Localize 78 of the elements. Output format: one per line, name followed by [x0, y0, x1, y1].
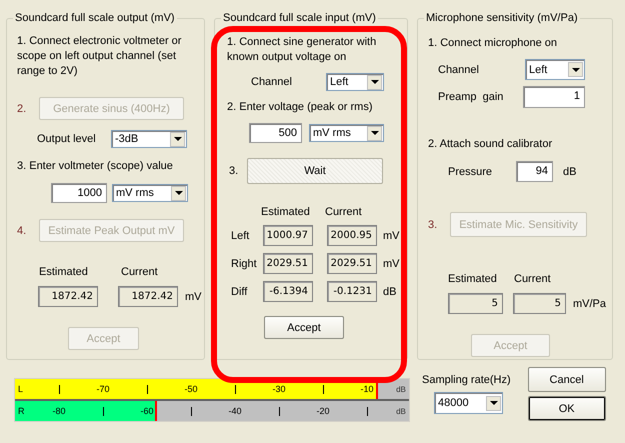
scale-label: -40	[228, 406, 242, 416]
unit-dropdown[interactable]: mV rms	[309, 124, 384, 142]
column-header: Estimated	[39, 266, 89, 278]
step-number: 4.	[16, 224, 28, 236]
unit-label: dB	[396, 384, 406, 394]
row-label: Right	[231, 258, 258, 270]
unit-label: dB	[383, 286, 396, 298]
readout-value: 2029.51	[327, 253, 377, 274]
pressure-field[interactable]: 94	[516, 161, 553, 182]
voltage-field[interactable]: 500	[249, 123, 302, 143]
readout-value: 2000.95	[327, 225, 377, 246]
sampling-rate-dropdown[interactable]: 48000	[434, 392, 503, 414]
channel-dropdown[interactable]: Left	[525, 59, 585, 80]
scale-label: -80	[52, 406, 66, 416]
unit-dropdown[interactable]: mV rms	[112, 184, 188, 202]
channel-dropdown[interactable]: Left	[326, 73, 384, 91]
readout-value: 1872.42	[118, 286, 178, 307]
unit-label: mV	[383, 258, 400, 270]
group-title: Soundcard full scale input (mV)	[221, 11, 378, 26]
unit-label: mV	[383, 230, 400, 242]
field-label: Preamp gain	[438, 91, 504, 103]
scale-label: -30	[272, 384, 286, 394]
accept-button[interactable]: Accept	[264, 316, 344, 339]
step-number: 2.	[16, 102, 28, 114]
cancel-button[interactable]: Cancel	[528, 367, 606, 392]
field-label: Channel	[251, 76, 293, 88]
column-header: Estimated	[261, 206, 311, 218]
step-number: 3.	[229, 165, 240, 177]
unit-label: dB	[563, 166, 576, 178]
readout-value: -0.1231	[327, 281, 377, 302]
column-header: Estimated	[448, 273, 498, 285]
instruction-text: 3. Enter voltmeter (scope) value	[17, 159, 174, 174]
output-level-dropdown[interactable]: -3dB	[111, 130, 187, 148]
scale-tick	[278, 406, 280, 416]
column-header: Current	[325, 206, 362, 218]
instruction-text: 2. Attach sound calibrator	[428, 137, 554, 152]
scale-tick	[58, 384, 60, 394]
column-header: Current	[514, 273, 551, 285]
field-label: Channel	[438, 64, 480, 76]
instruction-text: 1. Connect sine generator with known output voltage on	[227, 35, 378, 65]
field-label: Output level	[37, 133, 97, 145]
readout-value: 1000.97	[263, 225, 313, 246]
field-label: Sampling rate(Hz)	[422, 374, 511, 386]
group-title: Soundcard full scale output (mV)	[13, 11, 177, 26]
row-label: Left	[231, 230, 250, 242]
step-number: 3.	[427, 218, 438, 230]
readout-value: 1872.42	[38, 286, 98, 307]
voltage-field[interactable]: 1000	[51, 183, 107, 203]
unit-label: mV	[185, 290, 202, 302]
ok-button[interactable]: OK	[528, 396, 606, 421]
readout-value: 2029.51	[263, 253, 313, 274]
instruction-text: 2. Enter voltage (peak or rms)	[227, 100, 374, 115]
scale-tick	[366, 406, 368, 416]
field-label: Pressure	[448, 166, 494, 178]
scale-label: -70	[96, 384, 110, 394]
scale-label: -50	[184, 384, 198, 394]
scale-label: -20	[316, 406, 330, 416]
scale-label: -10	[360, 384, 374, 394]
scale-tick	[234, 384, 236, 394]
scale-tick	[190, 406, 192, 416]
wait-button[interactable]: Wait	[247, 158, 383, 184]
scale-tick	[102, 406, 104, 416]
column-header: Current	[121, 266, 158, 278]
scale-tick	[322, 384, 324, 394]
channel-label: R	[18, 406, 24, 416]
scale-tick	[146, 384, 148, 394]
group-title: Microphone sensitivity (mV/Pa)	[424, 11, 580, 26]
readout-value: 5	[448, 293, 503, 314]
readout-value: -6.1394	[263, 281, 313, 302]
row-label: Diff	[231, 286, 248, 298]
unit-label: mV/Pa	[573, 298, 606, 310]
instruction-text: 1. Connect electronic voltmeter or scope on left output channel (set range to 2V)	[17, 34, 182, 79]
instruction-text: 1. Connect microphone on	[428, 36, 558, 51]
preamp-gain-field[interactable]: 1	[523, 86, 585, 108]
unit-label: dB	[396, 406, 406, 416]
readout-value: 5	[513, 293, 566, 314]
channel-label: L	[18, 384, 24, 394]
scale-label: -60	[140, 406, 154, 416]
